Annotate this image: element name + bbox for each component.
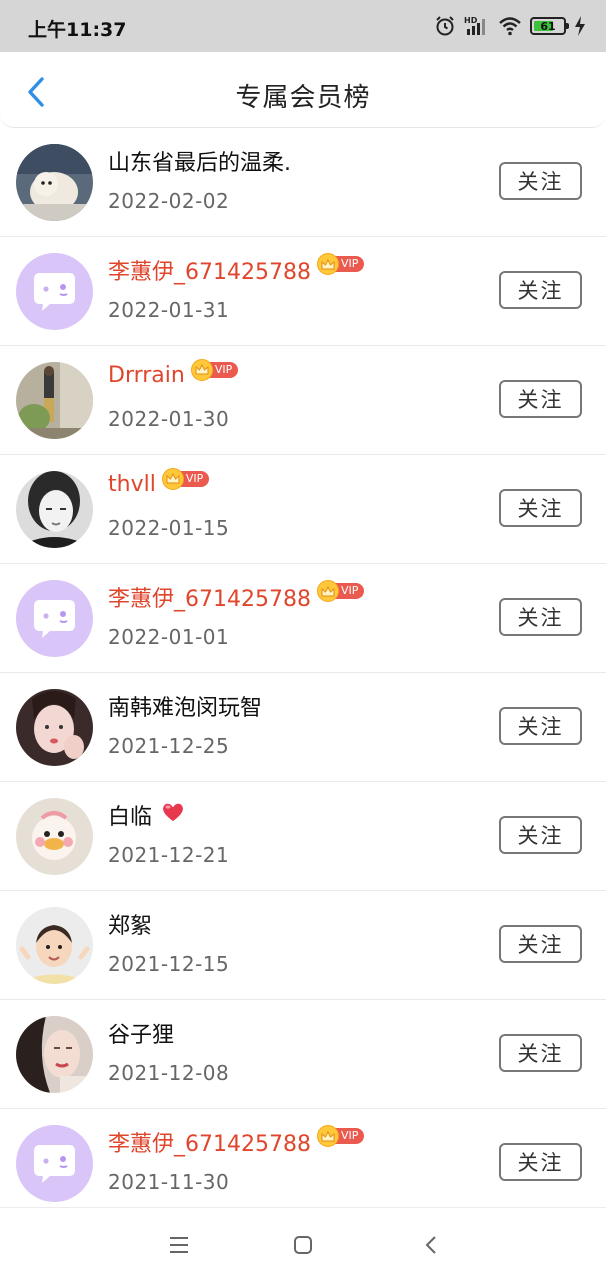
member-name: 李蕙伊_671425788: [108, 260, 311, 285]
crown-icon: [316, 1125, 339, 1147]
avatar[interactable]: [16, 798, 93, 875]
status-icons: HD 61: [434, 12, 586, 40]
wifi-icon: [499, 17, 521, 36]
member-row[interactable]: thvll VIP 2022-01-15 关注: [0, 455, 606, 564]
follow-button[interactable]: 关注: [499, 707, 582, 745]
status-bar: 上午11:37 HD 61: [0, 0, 606, 52]
member-name-line: 李蕙伊_671425788 VIP: [108, 253, 365, 286]
battery-level: 61: [540, 19, 556, 33]
follow-button[interactable]: 关注: [499, 1143, 582, 1181]
member-date: 2022-02-02: [108, 189, 230, 213]
member-name-line: 谷子狸: [108, 1017, 174, 1049]
member-row[interactable]: 郑絮 2021-12-15 关注: [0, 891, 606, 1000]
member-list: 山东省最后的温柔. 2022-02-02 关注 李蕙伊_671425788 VIP 202…: [0, 128, 606, 1218]
heart-icon: [160, 800, 186, 830]
member-row[interactable]: 山东省最后的温柔. 2022-02-02 关注: [0, 128, 606, 237]
vip-badge: VIP: [161, 467, 210, 490]
follow-button[interactable]: 关注: [499, 1034, 582, 1072]
follow-button[interactable]: 关注: [499, 598, 582, 636]
avatar[interactable]: [16, 144, 93, 221]
svg-text:HD: HD: [464, 16, 478, 25]
member-name-line: 白临: [108, 799, 186, 831]
hd-signal-icon: HD: [464, 16, 485, 35]
member-row[interactable]: 南韩难泡闵玩智 2021-12-25 关注: [0, 673, 606, 782]
avatar[interactable]: [16, 1016, 93, 1093]
crown-icon: [316, 580, 339, 602]
member-date: 2021-12-15: [108, 952, 230, 976]
member-date: 2021-12-25: [108, 734, 230, 758]
member-name-line: 山东省最后的温柔.: [108, 145, 291, 177]
member-row[interactable]: 白临 2021-12-21 关注: [0, 782, 606, 891]
member-row[interactable]: 李蕙伊_671425788 VIP 2022-01-31 关注: [0, 237, 606, 346]
page-title: 专属会员榜: [235, 83, 371, 113]
follow-button[interactable]: 关注: [499, 162, 582, 200]
member-row[interactable]: 谷子狸 2021-12-08 关注: [0, 1000, 606, 1109]
member-name: 郑絮: [108, 914, 153, 939]
menu-button[interactable]: [164, 1230, 194, 1260]
member-name-line: Drrrain VIP: [108, 358, 239, 388]
member-date: 2022-01-30: [108, 407, 230, 431]
nav-back-button[interactable]: [416, 1230, 446, 1260]
back-triangle-icon: [425, 1236, 436, 1254]
status-time: 上午11:37: [28, 19, 127, 41]
member-row[interactable]: 李蕙伊_671425788 VIP 2022-01-01 关注: [0, 564, 606, 673]
member-name: 谷子狸: [108, 1023, 175, 1048]
crown-icon: [161, 467, 184, 490]
system-nav-bar: [0, 1207, 606, 1280]
avatar[interactable]: [16, 1125, 93, 1202]
follow-button[interactable]: 关注: [499, 271, 582, 309]
avatar[interactable]: [16, 362, 93, 439]
member-row[interactable]: Drrrain VIP 2022-01-30 关注: [0, 346, 606, 455]
vip-badge: VIP: [190, 358, 239, 381]
member-row[interactable]: 李蕙伊_671425788 VIP 2021-11-30 关注: [0, 1109, 606, 1218]
member-date: 2022-01-01: [108, 625, 230, 649]
member-name: 李蕙伊_671425788: [108, 587, 311, 612]
charging-icon: [575, 16, 585, 36]
crown-icon: [190, 358, 213, 381]
member-name-line: thvll VIP: [108, 467, 210, 497]
follow-button[interactable]: 关注: [499, 380, 582, 418]
member-name: 南韩难泡闵玩智: [108, 696, 263, 721]
member-date: 2022-01-15: [108, 516, 230, 540]
member-date: 2021-11-30: [108, 1170, 230, 1194]
member-name: thvll: [108, 472, 156, 497]
member-name: Drrrain: [108, 363, 185, 388]
menu-icon: [170, 1237, 188, 1253]
page-header: 专属会员榜: [0, 52, 606, 128]
avatar[interactable]: [16, 580, 93, 657]
follow-button[interactable]: 关注: [499, 816, 582, 854]
crown-icon: [316, 253, 339, 275]
member-name-line: 李蕙伊_671425788 VIP: [108, 580, 365, 613]
member-name-line: 李蕙伊_671425788 VIP: [108, 1125, 365, 1158]
avatar[interactable]: [16, 471, 93, 548]
member-name: 白临: [108, 805, 153, 830]
member-date: 2021-12-08: [108, 1061, 230, 1085]
member-date: 2022-01-31: [108, 298, 230, 322]
avatar[interactable]: [16, 907, 93, 984]
member-name: 李蕙伊_671425788: [108, 1132, 311, 1157]
member-date: 2021-12-21: [108, 843, 230, 867]
vip-badge: VIP: [316, 253, 365, 275]
member-name-line: 南韩难泡闵玩智: [108, 690, 262, 722]
alarm-icon: [436, 16, 454, 36]
member-name-line: 郑絮: [108, 908, 152, 940]
follow-button[interactable]: 关注: [499, 489, 582, 527]
vip-badge: VIP: [316, 1125, 365, 1147]
avatar[interactable]: [16, 689, 93, 766]
home-square-icon: [294, 1236, 312, 1254]
battery-icon: 61: [530, 17, 569, 35]
member-name: 山东省最后的温柔.: [108, 151, 291, 176]
vip-badge: VIP: [316, 580, 365, 602]
avatar[interactable]: [16, 253, 93, 330]
follow-button[interactable]: 关注: [499, 925, 582, 963]
home-button[interactable]: [288, 1230, 318, 1260]
